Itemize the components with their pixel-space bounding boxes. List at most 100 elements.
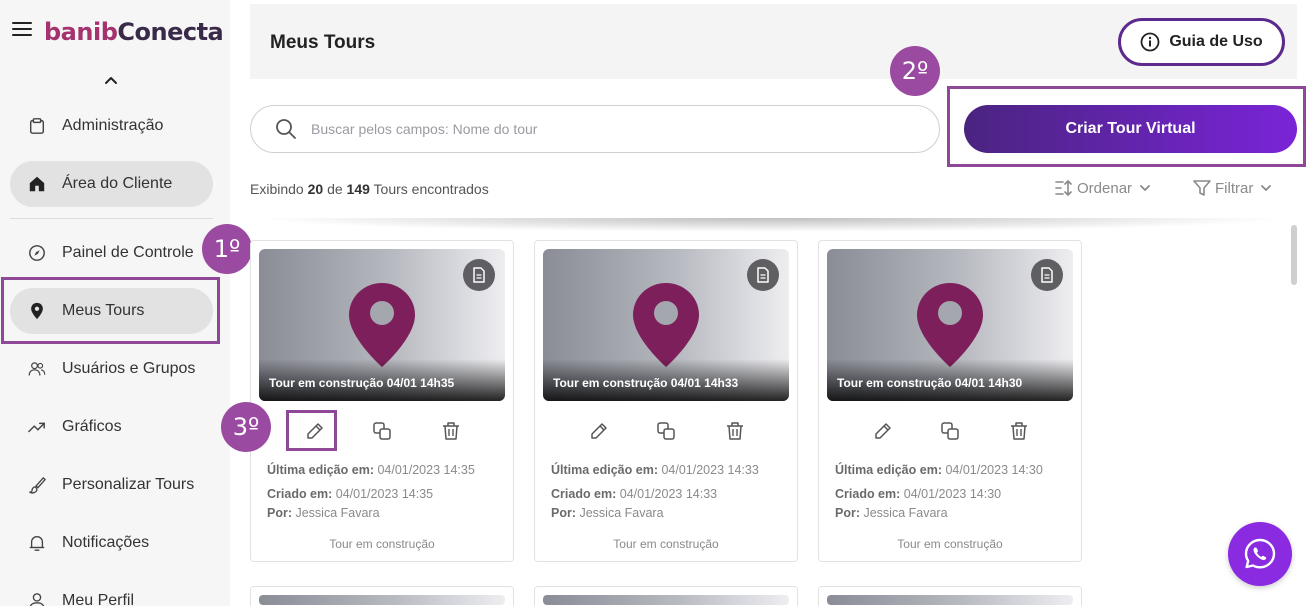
user-icon xyxy=(29,593,45,606)
trash-icon xyxy=(727,422,743,440)
home-icon xyxy=(29,176,45,192)
sidebar-divider xyxy=(10,218,213,219)
meta-value: 04/01/2023 14:30 xyxy=(903,487,1002,501)
tour-card-partial[interactable] xyxy=(250,586,514,606)
delete-button[interactable] xyxy=(1001,413,1037,449)
tour-actions xyxy=(819,413,1081,449)
tour-card-partial[interactable] xyxy=(534,586,798,606)
search-bar[interactable] xyxy=(250,105,940,153)
meta-value: 04/01/2023 14:33 xyxy=(661,463,759,477)
whatsapp-button[interactable] xyxy=(1228,522,1292,586)
sidebar-item-usuarios-e-grupos[interactable]: Usuários e Grupos xyxy=(10,346,213,392)
copy-icon xyxy=(373,422,391,440)
created-by: Por: Jessica Favara xyxy=(551,506,664,520)
duplicate-button[interactable] xyxy=(648,413,684,449)
sidebar-item-meu-perfil[interactable]: Meu Perfil xyxy=(10,578,213,606)
filter-button[interactable]: Filtrar xyxy=(1192,178,1273,198)
created-at: Criado em: 04/01/2023 14:30 xyxy=(835,487,1001,501)
meta-value: 04/01/2023 14:33 xyxy=(619,487,718,501)
results-prefix: Exibindo xyxy=(250,181,304,197)
document-icon[interactable] xyxy=(463,259,495,291)
meta-label: Por: xyxy=(551,506,576,520)
users-icon xyxy=(28,362,46,376)
tour-card[interactable]: Tour em construção 04/01 14h35 Última ed… xyxy=(250,240,514,562)
sidebar-item-notificacoes[interactable]: Notificações xyxy=(10,520,213,566)
created-at: Criado em: 04/01/2023 14:35 xyxy=(267,487,433,501)
tour-thumbnail[interactable]: Tour em construção 04/01 14h35 xyxy=(259,249,505,401)
search-input[interactable] xyxy=(311,121,871,137)
logo-part-1: banib xyxy=(44,18,118,46)
sidebar-item-administracao[interactable]: Administração xyxy=(10,103,213,149)
duplicate-button[interactable] xyxy=(364,413,400,449)
step-badge-3: 3º xyxy=(221,402,271,452)
scrollbar-thumb[interactable] xyxy=(1291,225,1297,285)
meta-label: Por: xyxy=(267,506,292,520)
location-pin-icon xyxy=(633,283,699,367)
step-badge-label: 1º xyxy=(213,235,241,263)
tour-title: Tour em construção 04/01 14h30 xyxy=(837,376,1023,390)
brand-logo[interactable]: banibConecta xyxy=(44,18,224,46)
search-icon xyxy=(276,119,296,139)
tour-thumbnail-partial xyxy=(827,595,1073,605)
highlight-meus-tours xyxy=(1,277,220,344)
meta-label: Criado em: xyxy=(267,487,333,501)
results-mid: de xyxy=(327,181,343,197)
guide-button[interactable]: Guia de Uso xyxy=(1118,18,1285,66)
step-badge-label: 2º xyxy=(901,57,929,85)
results-suffix: Tours encontrados xyxy=(373,181,489,197)
results-count: Exibindo 20 de 149 Tours encontrados xyxy=(250,181,489,197)
sidebar-item-label: Gráficos xyxy=(62,418,122,435)
sidebar-item-area-do-cliente[interactable]: Área do Cliente xyxy=(10,161,213,207)
tour-card-partial[interactable] xyxy=(818,586,1082,606)
sidebar-item-graficos[interactable]: Gráficos xyxy=(10,404,213,450)
results-total: 149 xyxy=(346,181,370,197)
chevron-up-icon[interactable] xyxy=(102,72,120,90)
step-badge-label: 3º xyxy=(232,413,260,441)
filter-icon xyxy=(1193,180,1211,196)
meta-label: Criado em: xyxy=(835,487,901,501)
duplicate-button[interactable] xyxy=(932,413,968,449)
sidebar-item-label: Administração xyxy=(62,117,164,134)
sort-label: Ordenar xyxy=(1077,179,1133,197)
copy-icon xyxy=(941,422,959,440)
meta-label: Criado em: xyxy=(551,487,617,501)
menu-icon[interactable] xyxy=(12,22,32,38)
location-pin-icon xyxy=(349,283,415,367)
tour-actions xyxy=(535,413,797,449)
trash-icon xyxy=(443,422,459,440)
sidebar-item-personalizar-tours[interactable]: Personalizar Tours xyxy=(10,462,213,508)
edit-button[interactable] xyxy=(865,413,901,449)
tour-thumbnail[interactable]: Tour em construção 04/01 14h30 xyxy=(827,249,1073,401)
tour-card[interactable]: Tour em construção 04/01 14h33 Última ed… xyxy=(534,240,798,562)
bell-icon xyxy=(29,536,45,551)
highlight-edit-button xyxy=(286,410,337,451)
tour-thumbnail[interactable]: Tour em construção 04/01 14h33 xyxy=(543,249,789,401)
trash-icon xyxy=(1011,422,1027,440)
last-edited: Última edição em: 04/01/2023 14:35 xyxy=(267,463,475,477)
clipboard-icon xyxy=(29,118,45,134)
created-at: Criado em: 04/01/2023 14:33 xyxy=(551,487,717,501)
sidebar-item-label: Usuários e Grupos xyxy=(62,360,196,377)
delete-button[interactable] xyxy=(433,413,469,449)
tour-title: Tour em construção 04/01 14h33 xyxy=(553,376,739,390)
delete-button[interactable] xyxy=(717,413,753,449)
edit-button[interactable] xyxy=(581,413,617,449)
last-edited: Última edição em: 04/01/2023 14:30 xyxy=(835,463,1043,477)
guide-button-label: Guia de Uso xyxy=(1169,33,1263,50)
sidebar-item-label: Personalizar Tours xyxy=(62,476,195,493)
pencil-icon xyxy=(591,423,607,439)
meta-value: 04/01/2023 14:35 xyxy=(335,487,434,501)
tour-title: Tour em construção 04/01 14h35 xyxy=(269,376,455,390)
logo-part-2: Conecta xyxy=(117,18,224,46)
tour-status: Tour em construção xyxy=(329,537,435,551)
document-icon[interactable] xyxy=(747,259,779,291)
document-icon[interactable] xyxy=(1031,259,1063,291)
tour-status: Tour em construção xyxy=(897,537,1003,551)
sidebar-item-painel-de-controle[interactable]: Painel de Controle xyxy=(10,230,213,276)
tour-status: Tour em construção xyxy=(613,537,719,551)
tour-thumbnail-partial xyxy=(543,595,789,605)
sort-button[interactable]: Ordenar xyxy=(1054,178,1152,198)
sidebar-item-label: Área do Cliente xyxy=(62,175,173,192)
sidebar-item-label: Painel de Controle xyxy=(62,244,194,261)
tour-card[interactable]: Tour em construção 04/01 14h30 Última ed… xyxy=(818,240,1082,562)
